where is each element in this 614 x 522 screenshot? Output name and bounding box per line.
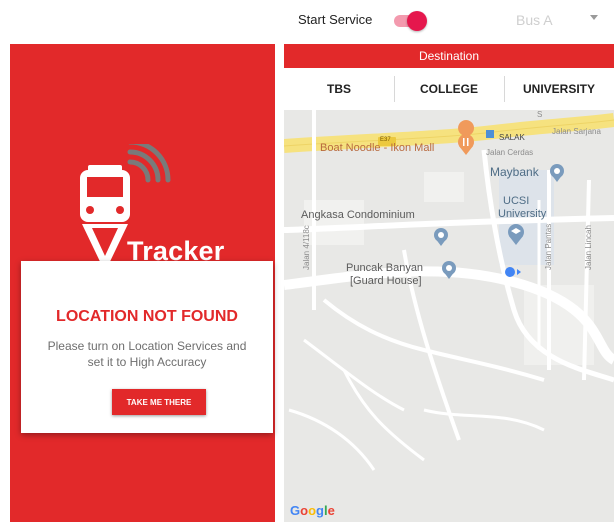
google-logo: Google (290, 503, 335, 518)
bus-select[interactable]: Bus A (516, 12, 553, 28)
jalan-sarjana-label: Jalan Sarjana (552, 127, 601, 136)
salak-label: SALAK (499, 133, 525, 142)
card-title: LOCATION NOT FOUND (56, 308, 238, 325)
jalan-4-118c-label: Jalan 4/118c (302, 225, 311, 270)
ucsi-label-line1: UCSI (503, 195, 530, 207)
destination-header: Destination (284, 44, 614, 68)
puncak-label-line1: Puncak Banyan (346, 262, 424, 274)
chevron-down-icon[interactable] (590, 15, 598, 20)
map-view[interactable]: Boat Noodle - Ikon Mall SALAK Jalan Sarj… (284, 110, 614, 522)
ucsi-label-line2: University (498, 208, 547, 220)
start-service-label: Start Service (298, 12, 373, 27)
angkasa-label: Angkasa Condominium (301, 209, 415, 221)
jalan-lincah-label: Jalan Lincah (584, 225, 593, 270)
map-canvas (284, 110, 614, 522)
toggle-knob (407, 11, 427, 31)
google-letter: o (308, 503, 317, 518)
google-letter: g (316, 503, 324, 518)
location-not-found-card: LOCATION NOT FOUND Please turn on Locati… (21, 261, 273, 433)
puncak-label-line2: [Guard House] (350, 275, 422, 287)
tab-university[interactable]: UNIVERSITY (504, 68, 614, 110)
take-me-there-button[interactable]: TAKE ME THERE (112, 389, 206, 415)
card-message: Please turn on Location Services and set… (47, 339, 247, 369)
splash-panel: Tracker LOCATION NOT FOUND Please turn o… (10, 44, 275, 522)
start-service-toggle[interactable] (392, 11, 428, 31)
maybank-label: Maybank (490, 165, 539, 179)
tab-college[interactable]: COLLEGE (394, 68, 504, 110)
destination-tabs: TBS COLLEGE UNIVERSITY (284, 68, 614, 110)
road-shield-label: E37 (380, 137, 391, 143)
google-letter: G (290, 503, 301, 518)
road-s-label: S (537, 110, 543, 119)
boat-noodle-label: Boat Noodle - Ikon Mall (320, 142, 435, 154)
jalan-cerdas-label: Jalan Cerdas (486, 148, 534, 157)
service-top-bar: Start Service Bus A (284, 0, 614, 42)
jalan-pantas-label: Jalan Pantas (544, 223, 553, 270)
tab-tbs[interactable]: TBS (284, 68, 394, 110)
google-letter: e (327, 503, 335, 518)
google-letter: o (300, 503, 309, 518)
